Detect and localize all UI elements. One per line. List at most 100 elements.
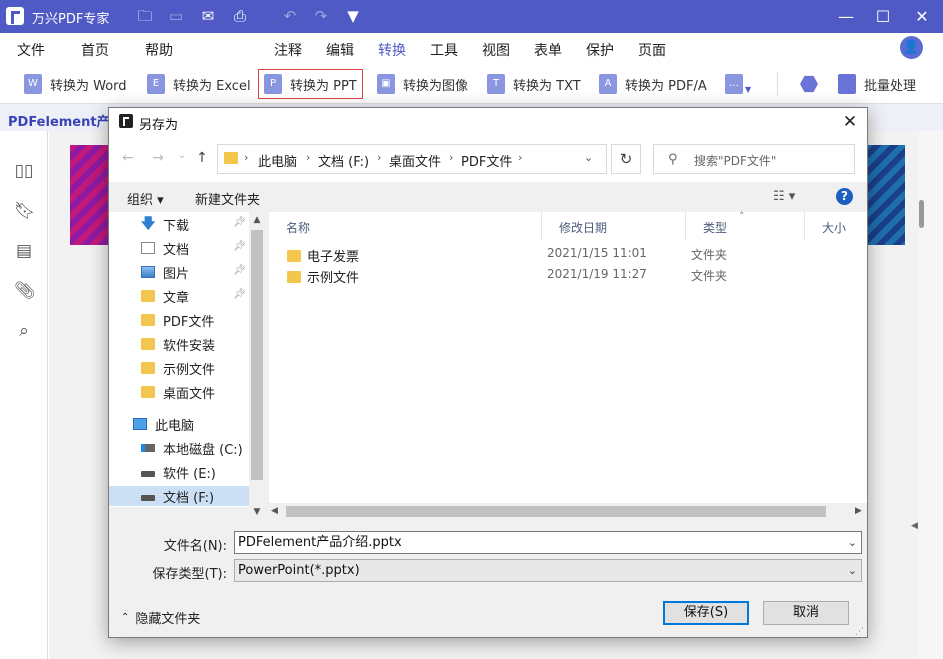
address-dropdown-icon[interactable]: ⌄ bbox=[584, 151, 593, 164]
scroll-left-arrow-icon[interactable]: ◀ bbox=[271, 503, 278, 520]
minimize-button[interactable]: — bbox=[827, 0, 865, 33]
nav-item-pdf-files[interactable]: PDF文件 bbox=[141, 310, 214, 330]
convert-to-txt-button[interactable]: T 转换为 TXT bbox=[482, 69, 586, 99]
user-avatar[interactable]: 👤 bbox=[900, 36, 923, 59]
breadcrumb-drive-f[interactable]: 文档 (F:) bbox=[318, 151, 369, 170]
search-input[interactable]: ⚲ 搜索"PDF文件" bbox=[653, 144, 855, 174]
scroll-up-arrow-icon[interactable]: ▲ bbox=[249, 212, 265, 228]
column-header-name[interactable]: 名称 bbox=[269, 212, 542, 240]
nav-item-sample-files[interactable]: 示例文件 bbox=[141, 358, 215, 378]
forward-arrow-icon[interactable]: → bbox=[149, 150, 167, 166]
menu-help[interactable]: 帮助 bbox=[145, 40, 173, 60]
nav-item-desktop-files[interactable]: 桌面文件 bbox=[141, 382, 215, 402]
file-row[interactable]: 电子发票 2021/1/15 11:01 文件夹 bbox=[269, 244, 867, 265]
convert-to-ppt-button[interactable]: P 转换为 PPT bbox=[258, 69, 363, 99]
breadcrumb-separator-icon[interactable]: › bbox=[377, 151, 381, 164]
convert-to-word-button[interactable]: W 转换为 Word bbox=[19, 69, 132, 99]
nav-item-drive-e[interactable]: 软件 (E:) bbox=[141, 462, 216, 482]
refresh-button[interactable]: ↻ bbox=[611, 144, 641, 174]
nav-item-articles[interactable]: 文章 bbox=[141, 286, 189, 306]
redo-icon[interactable]: ↷ bbox=[311, 6, 331, 26]
new-folder-button[interactable]: 新建文件夹 bbox=[195, 189, 260, 208]
breadcrumb-separator-icon[interactable]: › bbox=[244, 151, 248, 164]
nav-item-downloads[interactable]: 🡇 下载 bbox=[141, 214, 189, 234]
mail-icon[interactable]: ✉ bbox=[198, 6, 218, 26]
document-scroll-thumb[interactable] bbox=[919, 200, 924, 228]
close-button[interactable]: ✕ bbox=[903, 0, 941, 33]
maximize-button[interactable]: ☐ bbox=[864, 0, 902, 33]
bookmark-icon[interactable]: 🔖︎ bbox=[14, 201, 36, 221]
menu-home[interactable]: 首页 bbox=[81, 40, 109, 60]
nav-item-pictures[interactable]: 图片 bbox=[141, 262, 189, 282]
menu-protect[interactable]: 保护 bbox=[586, 40, 614, 60]
menu-file[interactable]: 文件 bbox=[17, 40, 45, 60]
help-icon[interactable]: ? bbox=[836, 188, 853, 205]
undo-icon[interactable]: ↶ bbox=[280, 6, 300, 26]
pin-icon[interactable]: 📌︎ bbox=[233, 217, 246, 228]
nav-item-drive-f[interactable]: 文档 (F:) bbox=[109, 486, 249, 506]
dialog-close-button[interactable]: ✕ bbox=[839, 111, 861, 133]
comment-icon[interactable]: ▤ bbox=[14, 241, 34, 261]
menu-edit[interactable]: 编辑 bbox=[326, 40, 354, 60]
menu-view[interactable]: 视图 bbox=[482, 40, 510, 60]
hide-folders-toggle[interactable]: ⌃ 隐藏文件夹 bbox=[121, 608, 200, 627]
scroll-down-arrow-icon[interactable]: ▼ bbox=[249, 504, 265, 520]
thumbnails-icon[interactable]: ▯▯ bbox=[14, 161, 34, 181]
batch-process-button[interactable]: 批量处理 bbox=[833, 69, 921, 99]
organize-button[interactable]: 组织 ▾ bbox=[127, 189, 164, 208]
breadcrumb-desktop-files[interactable]: 桌面文件 bbox=[389, 151, 441, 170]
convert-to-pdfa-button[interactable]: A 转换为 PDF/A bbox=[594, 69, 712, 99]
file-list-hscrollbar[interactable]: ◀ ▶ bbox=[269, 503, 867, 520]
view-options-icon[interactable]: ☷ ▾ bbox=[773, 189, 795, 204]
open-folder-icon[interactable]: 🗀 bbox=[135, 6, 155, 26]
save-button[interactable]: 保存(S) bbox=[663, 601, 749, 625]
pin-icon[interactable]: 📌︎ bbox=[233, 265, 246, 276]
more-convert-button[interactable]: … ▼ bbox=[720, 69, 756, 99]
back-arrow-icon[interactable]: ← bbox=[119, 150, 137, 166]
scroll-right-arrow-icon[interactable]: ▶ bbox=[855, 503, 862, 520]
print-icon[interactable]: ⎙ bbox=[230, 6, 250, 26]
column-header-date[interactable]: 修改日期 bbox=[542, 212, 686, 240]
nav-item-this-pc[interactable]: 此电脑 bbox=[133, 414, 194, 434]
convert-to-txt-label: 转换为 TXT bbox=[513, 78, 581, 94]
convert-to-image-button[interactable]: ▣ 转换为图像 bbox=[372, 69, 473, 99]
column-header-type[interactable]: 类型 bbox=[686, 212, 805, 240]
breadcrumb-separator-icon[interactable]: › bbox=[449, 151, 453, 164]
attachment-icon[interactable]: 📎︎ bbox=[14, 281, 36, 301]
breadcrumb-pdf-files[interactable]: PDF文件 bbox=[461, 151, 512, 170]
file-row[interactable]: 示例文件 2021/1/19 11:27 文件夹 bbox=[269, 265, 867, 286]
save-icon[interactable]: ▭ bbox=[166, 6, 186, 26]
menu-form[interactable]: 表单 bbox=[534, 40, 562, 60]
cancel-button[interactable]: 取消 bbox=[763, 601, 849, 625]
nav-scroll-thumb[interactable] bbox=[251, 230, 263, 480]
chevron-down-icon[interactable]: ⌄ bbox=[848, 560, 857, 581]
nav-item-drive-c[interactable]: 本地磁盘 (C:) bbox=[141, 438, 243, 458]
recent-dropdown-icon[interactable]: ⌄ bbox=[173, 150, 191, 161]
up-arrow-icon[interactable]: ↑ bbox=[193, 150, 211, 166]
ocr-button[interactable] bbox=[795, 69, 823, 99]
menu-convert[interactable]: 转换 bbox=[378, 40, 406, 68]
resize-grip-icon[interactable]: ⋰ bbox=[855, 627, 864, 637]
pin-icon[interactable]: 📌︎ bbox=[233, 241, 246, 252]
convert-to-excel-button[interactable]: E 转换为 Excel bbox=[142, 69, 256, 99]
expand-right-arrow-icon[interactable]: ◀ bbox=[911, 521, 918, 531]
menu-comment[interactable]: 注释 bbox=[274, 40, 302, 60]
filename-input[interactable]: PDFelement产品介绍.pptx ⌄ bbox=[234, 531, 862, 554]
address-bar[interactable]: › 此电脑 › 文档 (F:) › 桌面文件 › PDF文件 › ⌄ bbox=[217, 144, 607, 174]
menu-page[interactable]: 页面 bbox=[638, 40, 666, 60]
document-tab[interactable]: PDFelement产品 bbox=[8, 111, 123, 130]
customize-dropdown-icon[interactable]: ▼ bbox=[343, 6, 363, 26]
breadcrumb-separator-icon[interactable]: › bbox=[306, 151, 310, 164]
nav-item-documents[interactable]: 文档 bbox=[141, 238, 189, 258]
pin-icon[interactable]: 📌︎ bbox=[233, 289, 246, 300]
breadcrumb-this-pc[interactable]: 此电脑 bbox=[258, 151, 297, 170]
txt-icon: T bbox=[487, 74, 505, 94]
filetype-select[interactable]: PowerPoint(*.pptx) ⌄ bbox=[234, 559, 862, 582]
nav-item-software-install[interactable]: 软件安装 bbox=[141, 334, 215, 354]
menu-tools[interactable]: 工具 bbox=[430, 40, 458, 60]
column-header-size[interactable]: 大小 bbox=[805, 212, 867, 240]
chevron-down-icon[interactable]: ⌄ bbox=[848, 532, 857, 553]
hscroll-thumb[interactable] bbox=[286, 506, 826, 517]
breadcrumb-separator-icon[interactable]: › bbox=[518, 151, 522, 164]
search-icon[interactable]: ⌕ bbox=[14, 321, 34, 341]
